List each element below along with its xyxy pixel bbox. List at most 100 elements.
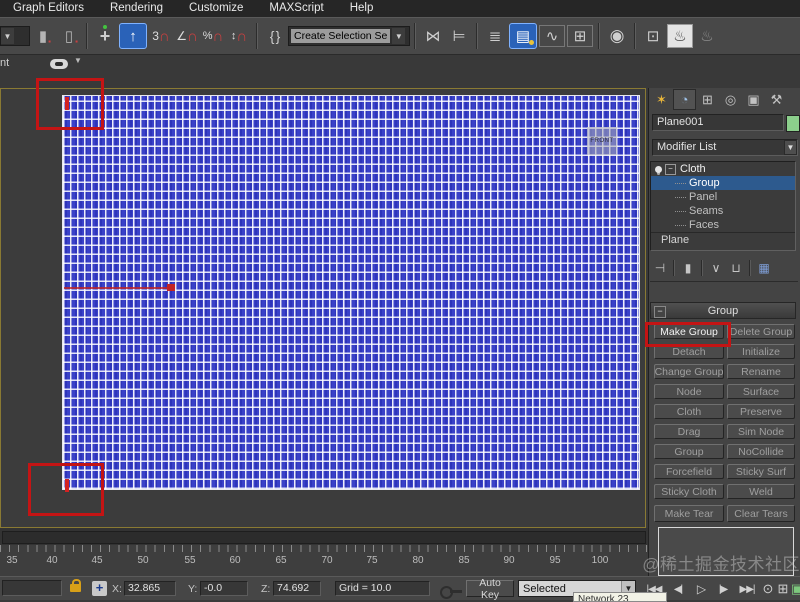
show-end-result-icon[interactable]: ▮ bbox=[678, 261, 698, 275]
collapse-icon[interactable]: − bbox=[665, 163, 676, 175]
stack-item-label: Group bbox=[689, 177, 720, 189]
select-and-move-icon[interactable]: + bbox=[93, 23, 117, 49]
hierarchy-tab-icon[interactable]: ⊞ bbox=[696, 89, 719, 110]
annotation-box-top-left-corner bbox=[36, 78, 104, 130]
percent-snap-icon[interactable]: % ∩ bbox=[201, 23, 225, 49]
schematic-view-icon[interactable]: ⊞ bbox=[567, 25, 593, 47]
previous-frame-icon[interactable]: ◀| bbox=[668, 581, 688, 597]
chevron-down-icon[interactable]: ▼ bbox=[74, 56, 82, 65]
render-production-icon[interactable]: ♨ bbox=[667, 24, 693, 48]
next-frame-icon[interactable]: |▶ bbox=[713, 581, 733, 597]
toolbar-separator bbox=[414, 23, 416, 49]
node-button[interactable]: Node bbox=[654, 384, 724, 399]
selection-lock-icon[interactable] bbox=[70, 579, 81, 592]
select-by-name-icon[interactable]: ▮ ▪ bbox=[31, 23, 55, 49]
make-tear-button[interactable]: Make Tear bbox=[654, 505, 724, 522]
clear-tears-button[interactable]: Clear Tears bbox=[727, 505, 795, 522]
layer-manager-icon[interactable]: ≣ bbox=[483, 23, 507, 49]
auto-key-button[interactable]: Auto Key bbox=[466, 577, 514, 601]
toolbar-separator bbox=[476, 23, 478, 49]
menu-customize[interactable]: Customize bbox=[176, 0, 256, 17]
modify-tab-icon[interactable]: ◔ bbox=[673, 89, 696, 110]
angle-snap-icon[interactable]: ∠ ∩ bbox=[175, 23, 199, 49]
viewport-options-icon[interactable] bbox=[50, 59, 68, 69]
snaps-toggle-3d-icon[interactable]: 3 ∩ bbox=[149, 23, 173, 49]
render-setup-icon[interactable]: ◉ bbox=[605, 23, 629, 49]
graphite-ribbon-icon[interactable]: ▤ bbox=[509, 23, 537, 49]
change-group-button[interactable]: Change Group bbox=[654, 364, 724, 379]
modifier-list-dropdown[interactable]: Modifier List bbox=[652, 139, 798, 156]
group-rollout-header[interactable]: − Group bbox=[650, 302, 796, 319]
play-icon[interactable]: ▷ bbox=[692, 581, 710, 597]
create-tab-icon[interactable]: ✶ bbox=[650, 89, 673, 110]
stack-item-seams[interactable]: Seams bbox=[651, 204, 795, 218]
status-prompt-box bbox=[2, 580, 62, 596]
tick-label: 95 bbox=[549, 555, 561, 566]
display-tab-icon[interactable]: ▣ bbox=[742, 89, 765, 110]
menu-rendering[interactable]: Rendering bbox=[97, 0, 176, 17]
y-coordinate-field[interactable]: -0.0 bbox=[200, 581, 248, 596]
quick-render-icon[interactable]: ♨ bbox=[695, 23, 719, 49]
stack-item-faces[interactable]: Faces bbox=[651, 218, 795, 232]
make-unique-icon[interactable]: ∨ bbox=[706, 261, 726, 275]
surface-button[interactable]: Surface bbox=[727, 384, 795, 399]
set-key-icon[interactable] bbox=[440, 586, 462, 599]
utilities-tab-icon[interactable]: ⚒ bbox=[765, 89, 788, 110]
rendered-frame-window-icon[interactable]: ⊡ bbox=[641, 23, 665, 49]
go-to-end-icon[interactable]: ▶▶| bbox=[736, 581, 758, 597]
stack-item-label: Faces bbox=[689, 219, 719, 231]
absolute-mode-icon[interactable]: + bbox=[92, 581, 107, 596]
stack-item-panel[interactable]: Panel bbox=[651, 190, 795, 204]
time-slider-track[interactable] bbox=[2, 531, 646, 544]
front-viewport[interactable]: FRONT bbox=[0, 88, 646, 528]
remove-modifier-icon[interactable]: ⊔ bbox=[726, 261, 746, 275]
rename-button[interactable]: Rename bbox=[727, 364, 795, 379]
z-coordinate-field[interactable]: 74.692 bbox=[273, 581, 321, 596]
initialize-button[interactable]: Initialize bbox=[727, 344, 795, 359]
modifier-enabled-bulb-icon[interactable] bbox=[655, 165, 662, 173]
menu-graph-editors[interactable]: Graph Editors bbox=[0, 0, 97, 17]
selection-region-icon[interactable]: ▯ ▪ bbox=[57, 23, 81, 49]
pin-stack-icon[interactable]: ⊣ bbox=[650, 261, 670, 275]
forcefield-button[interactable]: Forcefield bbox=[654, 464, 724, 479]
motion-tab-icon[interactable]: ◎ bbox=[719, 89, 742, 110]
named-selection-sets-icon[interactable]: { } bbox=[263, 23, 287, 49]
cloth-plane-object[interactable] bbox=[62, 95, 640, 490]
stack-item-group[interactable]: Group bbox=[651, 176, 795, 190]
named-selection-combobox[interactable]: Create Selection Se ▼ bbox=[288, 26, 410, 46]
cloth-button[interactable]: Cloth bbox=[654, 404, 724, 419]
nocollide-button[interactable]: NoCollide bbox=[727, 444, 795, 459]
x-coordinate-field[interactable]: 32.865 bbox=[124, 581, 176, 596]
view-label-text: FRONT bbox=[590, 138, 614, 144]
toolbar-separator bbox=[634, 23, 636, 49]
configure-modifier-sets-icon[interactable]: ▦ bbox=[754, 261, 774, 275]
zoom-extents-icon[interactable]: ▣ bbox=[789, 580, 800, 597]
menu-maxscript[interactable]: MAXScript bbox=[256, 0, 336, 17]
sticky-cloth-button[interactable]: Sticky Cloth bbox=[654, 484, 724, 499]
drag-button[interactable]: Drag bbox=[654, 424, 724, 439]
delete-group-button[interactable]: Delete Group bbox=[727, 324, 795, 339]
menu-help[interactable]: Help bbox=[337, 0, 387, 17]
spinner-snap-icon[interactable]: ↕ ∩ bbox=[227, 23, 251, 49]
zoom-icon[interactable]: ⊙ bbox=[760, 580, 776, 597]
weld-button[interactable]: Weld bbox=[727, 484, 795, 499]
curve-editor-icon[interactable]: ∿ bbox=[539, 25, 565, 47]
view-gizmo-label[interactable]: FRONT bbox=[587, 127, 617, 155]
align-icon[interactable]: ⊨ bbox=[447, 23, 471, 49]
collapse-icon[interactable]: − bbox=[654, 306, 666, 318]
selection-filter-dropdown[interactable]: ▼ bbox=[0, 26, 30, 46]
dropdown-arrow-icon[interactable]: ▼ bbox=[784, 140, 797, 155]
select-tool-active-icon[interactable]: ↑ bbox=[119, 23, 147, 49]
group-button[interactable]: Group bbox=[654, 444, 724, 459]
object-name-field[interactable]: Plane001 bbox=[652, 114, 784, 131]
group-list-box[interactable] bbox=[658, 527, 794, 576]
stack-item-cloth[interactable]: − Cloth bbox=[651, 162, 795, 176]
sim-node-button[interactable]: Sim Node bbox=[727, 424, 795, 439]
stack-item-plane[interactable]: Plane bbox=[651, 232, 795, 247]
object-color-swatch[interactable] bbox=[786, 115, 800, 132]
preserve-button[interactable]: Preserve bbox=[727, 404, 795, 419]
mirror-icon[interactable]: ⋈ bbox=[421, 23, 445, 49]
timeline-ruler[interactable]: 35 40 45 50 55 60 65 70 75 80 85 90 95 1… bbox=[0, 545, 648, 576]
sticky-surf-button[interactable]: Sticky Surf bbox=[727, 464, 795, 479]
toolbar-separator bbox=[86, 23, 88, 49]
